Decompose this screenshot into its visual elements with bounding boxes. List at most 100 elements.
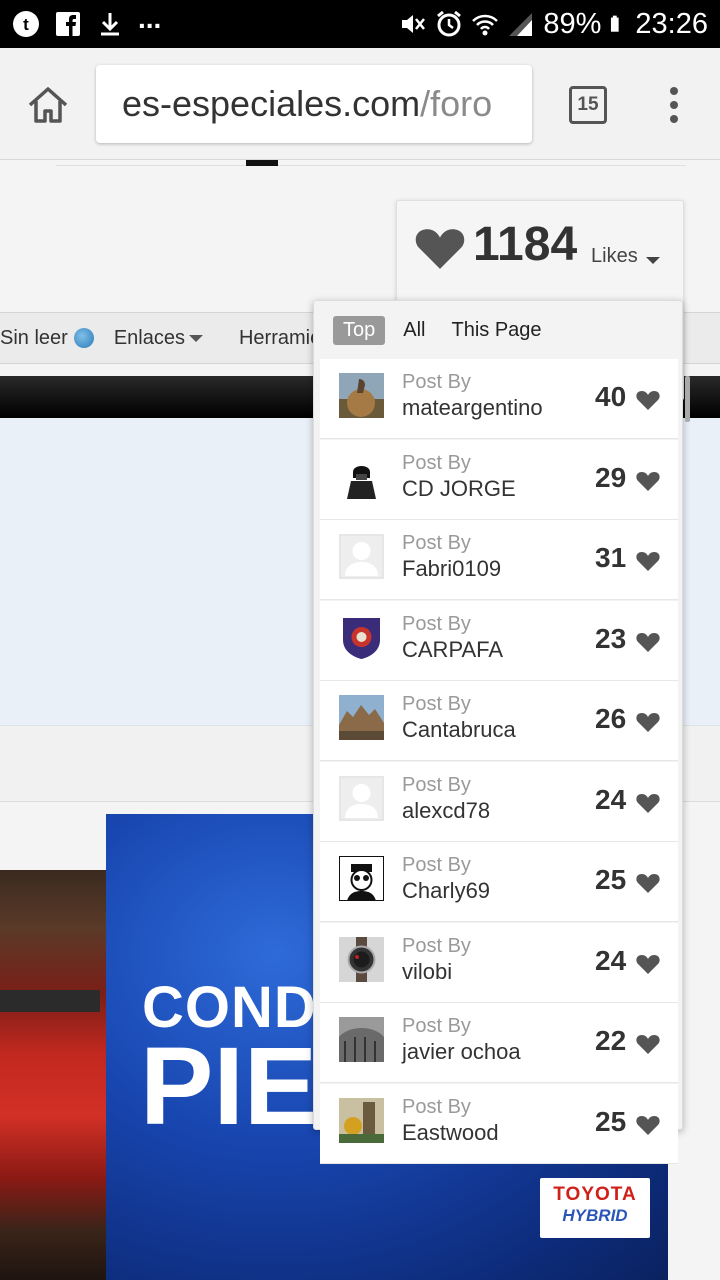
avatar[interactable] [339, 1097, 384, 1143]
product-photo[interactable] [0, 870, 106, 1280]
username[interactable]: CARPAFA [402, 637, 503, 663]
list-item[interactable]: Post By CD JORGE 29 [320, 439, 678, 520]
post-by-label: Post By [402, 451, 471, 474]
photo-detail [0, 990, 100, 1012]
tab-top[interactable]: Top [333, 315, 386, 345]
avatar[interactable] [339, 856, 384, 901]
username[interactable]: Cantabruca [402, 717, 516, 743]
ad-headline-large: PIE [140, 1025, 318, 1148]
home-icon[interactable] [26, 83, 70, 127]
dropdown-circle-icon [73, 328, 94, 348]
facebook-icon [56, 12, 80, 36]
list-item[interactable]: Post By mateargentino 40 [320, 359, 678, 439]
like-count: 40 [595, 381, 627, 412]
username[interactable]: CD JORGE [402, 476, 516, 502]
nav-enlaces[interactable]: Enlaces [114, 327, 203, 350]
username[interactable]: Fabri0109 [402, 556, 501, 582]
like-count: 22 [595, 1025, 627, 1056]
like-count: 23 [595, 622, 627, 654]
list-item[interactable]: Post By vilobi 24 [320, 922, 678, 1003]
toyota-hybrid-logo: TOYOTA HYBRID [540, 1178, 650, 1238]
nav-herramientas[interactable]: Herramie [239, 327, 321, 350]
tumblr-icon: t [13, 11, 39, 37]
heart-icon [636, 874, 660, 893]
likes-tabs: Top All This Page [314, 301, 684, 359]
signal-icon [509, 13, 533, 36]
list-item[interactable]: Post By CARPAFA 23 [320, 600, 678, 681]
post-by-label: Post By [402, 371, 471, 393]
post-by-label: Post By [402, 532, 471, 554]
list-item[interactable]: Post By Fabri0109 31 [320, 520, 678, 600]
heart-icon [636, 1035, 660, 1054]
nav-item-label: Sin leer [0, 326, 68, 349]
like-count: 31 [595, 542, 627, 573]
heart-icon [636, 713, 660, 732]
tab-count: 15 [577, 94, 599, 115]
heart-icon [636, 954, 660, 974]
status-bar: t ... 89% 23:26 [0, 0, 720, 48]
ad-brand-sub: HYBRID [562, 1206, 628, 1225]
likes-label: Likes [591, 245, 638, 267]
like-count: 24 [595, 944, 627, 976]
post-by-label: Post By [402, 1095, 471, 1118]
heart-icon [636, 793, 660, 813]
url-host: es-especiales.com [122, 83, 421, 124]
web-page: Sin leer Enlaces Herramie COND PIE TOYOT… [0, 160, 720, 1280]
list-item[interactable]: Post By Charly69 25 [320, 842, 678, 922]
avatar[interactable] [339, 1017, 384, 1062]
avatar[interactable] [339, 453, 384, 499]
url-bar[interactable]: es-especiales.com/foro [96, 65, 532, 143]
tabs-icon[interactable]: 15 [569, 86, 607, 124]
scrollbar-thumb[interactable] [685, 376, 690, 422]
avatar[interactable] [339, 695, 384, 740]
caret-down-icon [188, 334, 203, 342]
heart-icon [636, 552, 660, 571]
alarm-icon [437, 10, 462, 37]
avatar[interactable] [339, 936, 384, 982]
wifi-icon [472, 14, 499, 36]
battery-icon [611, 15, 620, 32]
avatar[interactable] [339, 373, 384, 418]
heart-icon [636, 632, 660, 652]
tab-this-page[interactable]: This Page [449, 316, 543, 345]
username[interactable]: javier ochoa [402, 1039, 521, 1065]
mute-icon [402, 15, 426, 33]
list-item[interactable]: Post By Cantabruca 26 [320, 681, 678, 761]
status-left: t ... [12, 5, 175, 38]
ad-brand: TOYOTA [553, 1184, 637, 1205]
heart-icon [415, 229, 465, 269]
like-count: 26 [595, 703, 627, 734]
post-by-label: Post By [402, 612, 471, 635]
status-right: 89% 23:26 [391, 8, 708, 41]
nav-sin-leer[interactable]: Sin leer [0, 327, 94, 350]
clock: 23:26 [635, 7, 708, 40]
svg-text:t: t [23, 15, 29, 34]
avatar[interactable] [339, 775, 384, 821]
tab-all[interactable]: All [401, 316, 427, 345]
post-by-label: Post By [402, 1015, 471, 1037]
top-strip-mark [246, 160, 278, 166]
battery-percent: 89% [543, 7, 602, 40]
heart-icon [636, 1115, 660, 1135]
likes-count: 1184 [473, 218, 578, 271]
avatar[interactable] [339, 614, 384, 660]
like-count: 24 [595, 783, 627, 815]
username[interactable]: vilobi [402, 959, 452, 985]
username[interactable]: Charly69 [402, 878, 490, 904]
list-item[interactable]: Post By Eastwood 25 [320, 1083, 678, 1164]
caret-down-icon[interactable] [646, 257, 660, 264]
post-by-label: Post By [402, 854, 471, 876]
avatar[interactable] [339, 534, 384, 579]
username[interactable]: alexcd78 [402, 798, 490, 824]
likes-dropdown: Top All This Page Post By mateargentino … [313, 300, 684, 1164]
likes-list: Post By mateargentino 40 Post By CD JORG… [320, 359, 678, 1164]
more-icon[interactable] [662, 84, 686, 126]
username[interactable]: mateargentino [402, 395, 543, 421]
url-path: /foro [420, 83, 493, 124]
post-by-label: Post By [402, 934, 471, 957]
username[interactable]: Eastwood [402, 1120, 499, 1146]
list-item[interactable]: Post By javier ochoa 22 [320, 1003, 678, 1083]
list-item[interactable]: Post By alexcd78 24 [320, 761, 678, 842]
like-count: 29 [595, 461, 627, 493]
more-notifications: ... [138, 3, 162, 34]
